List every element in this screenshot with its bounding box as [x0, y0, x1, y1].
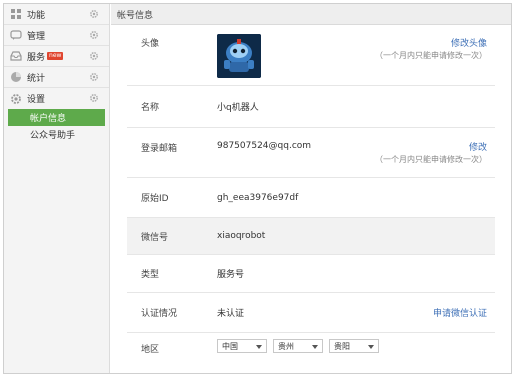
sidebar-item-management[interactable]: 管理	[4, 25, 109, 46]
settings-gear-icon[interactable]	[89, 72, 99, 82]
settings-gear-icon[interactable]	[89, 51, 99, 61]
row-label: 类型	[141, 270, 160, 280]
country-select[interactable]: 中国	[217, 339, 267, 353]
sidebar-item-features[interactable]: 功能	[4, 4, 109, 25]
change-email-link[interactable]: 修改	[469, 140, 487, 153]
row-wechat-id: 微信号 xiaoqrobot	[127, 218, 495, 255]
page-title: 帐号信息	[111, 4, 511, 25]
row-label: 名称	[141, 103, 160, 113]
tray-icon	[10, 50, 22, 62]
row-label: 认证情况	[141, 309, 178, 319]
chevron-down-icon	[256, 345, 262, 349]
row-original-id: 原始ID gh_eea3976e97df	[127, 178, 495, 218]
settings-gear-icon[interactable]	[89, 30, 99, 40]
row-type: 类型 服务号	[127, 255, 495, 293]
sidebar-item-services[interactable]: 服务 new	[4, 46, 109, 67]
grid-icon	[10, 8, 22, 20]
city-select-value: 贵阳	[334, 341, 350, 351]
sidebar-item-label: 功能	[27, 10, 46, 21]
settings-gear-icon[interactable]	[89, 93, 99, 103]
avatar	[217, 34, 261, 78]
row-name: 名称 小q机器人	[127, 86, 495, 128]
sidebar-item-statistics[interactable]: 统计	[4, 67, 109, 88]
sidebar: 功能 管理 服务 new 统计 设置 帐户信息 公众号助手	[4, 4, 110, 373]
row-region: 地区 中国 贵州 贵阳	[127, 333, 495, 363]
sidebar-item-settings[interactable]: 设置	[4, 88, 109, 109]
main-panel: 帐号信息 头像 修改头像 （一个月内只能申请修改一次） 名称 小q机器人 登录邮…	[111, 4, 511, 373]
city-select[interactable]: 贵阳	[329, 339, 379, 353]
wechat-id: xiaoqrobot	[217, 231, 266, 241]
avatar-hint: （一个月内只能申请修改一次）	[375, 51, 487, 60]
new-badge: new	[47, 52, 64, 60]
change-avatar-link[interactable]: 修改头像	[451, 36, 487, 49]
settings-gear-icon[interactable]	[89, 9, 99, 19]
row-label: 原始ID	[141, 194, 169, 204]
sidebar-item-label: 管理	[27, 31, 46, 42]
chat-icon	[10, 29, 22, 41]
verification-status: 未认证	[217, 309, 245, 319]
apply-verification-link[interactable]: 申请微信认证	[433, 306, 487, 319]
chevron-down-icon	[368, 345, 374, 349]
row-email: 登录邮箱 987507524@qq.com 修改 （一个月内只能申请修改一次）	[127, 128, 495, 178]
row-verification: 认证情况 未认证 申请微信认证	[127, 293, 495, 333]
pie-icon	[10, 71, 22, 83]
email-hint: （一个月内只能申请修改一次）	[375, 155, 487, 164]
app-window: 功能 管理 服务 new 统计 设置 帐户信息 公众号助手 帐号信息 头像 修改…	[3, 3, 512, 374]
account-name: 小q机器人	[217, 103, 259, 113]
province-select-value: 贵州	[278, 341, 294, 351]
gear-icon	[10, 93, 22, 105]
sidebar-item-label: 服务	[27, 52, 46, 63]
row-label: 登录邮箱	[141, 144, 178, 154]
chevron-down-icon	[312, 345, 318, 349]
account-info-list: 头像 修改头像 （一个月内只能申请修改一次） 名称 小q机器人 登录邮箱 987…	[127, 26, 495, 363]
country-select-value: 中国	[222, 341, 238, 351]
original-id: gh_eea3976e97df	[217, 192, 299, 203]
sidebar-subitem-assistant[interactable]: 公众号助手	[4, 126, 109, 143]
sidebar-subitem-account-info[interactable]: 帐户信息	[8, 109, 105, 126]
province-select[interactable]: 贵州	[273, 339, 323, 353]
row-label: 头像	[141, 39, 160, 49]
sidebar-item-label: 统计	[27, 73, 46, 84]
row-label: 地区	[141, 345, 160, 355]
login-email: 987507524@qq.com	[217, 141, 312, 151]
row-label: 微信号	[141, 232, 169, 243]
row-avatar: 头像 修改头像 （一个月内只能申请修改一次）	[127, 26, 495, 86]
account-type: 服务号	[217, 270, 245, 280]
sidebar-item-label: 设置	[27, 95, 46, 105]
